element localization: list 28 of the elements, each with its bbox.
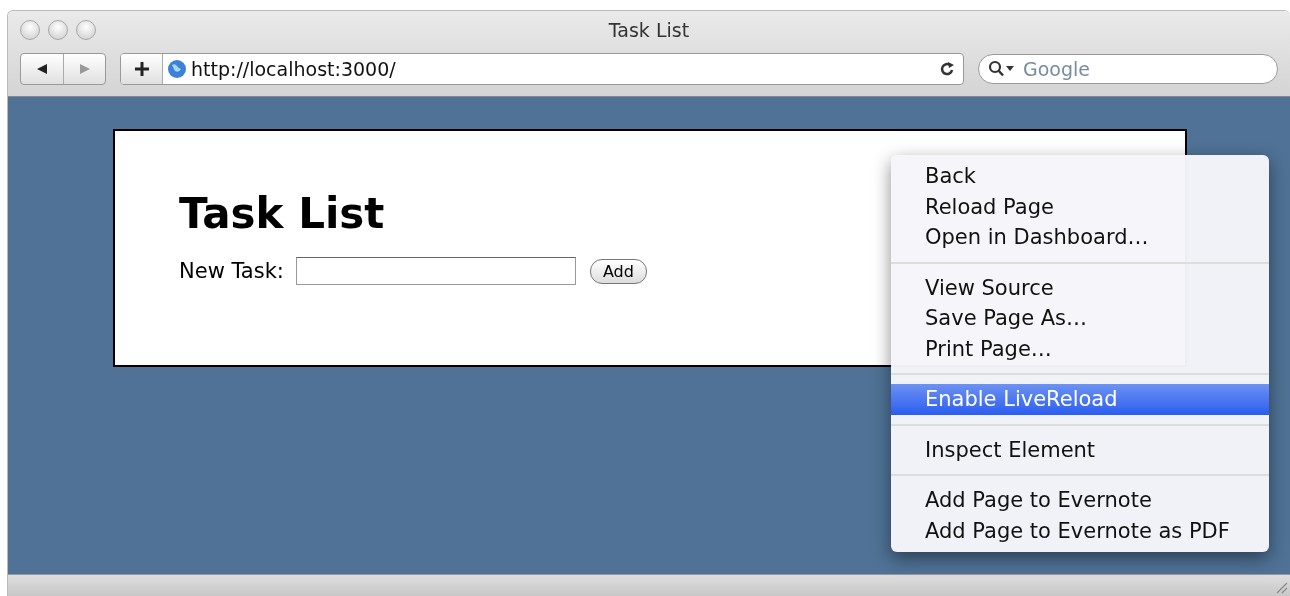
- reload-icon: [940, 61, 956, 77]
- window-title: Task List: [608, 19, 690, 41]
- menu-item[interactable]: Open in Dashboard…: [891, 222, 1269, 253]
- menu-item[interactable]: Print Page…: [891, 333, 1269, 364]
- menu-item[interactable]: Inspect Element: [891, 434, 1269, 465]
- field-label: New Task:: [179, 259, 284, 283]
- menu-item[interactable]: Add Page to Evernote: [891, 485, 1269, 516]
- search-field[interactable]: Google: [978, 54, 1278, 84]
- plus-icon: [133, 61, 150, 77]
- window-control[interactable]: [48, 20, 68, 40]
- task-input-field[interactable]: [295, 257, 576, 285]
- add-button[interactable]: Add: [589, 258, 647, 284]
- menu-item[interactable]: Add Page to Evernote as PDF: [891, 515, 1269, 546]
- add-bookmark-button[interactable]: [121, 54, 163, 84]
- resize-grip-icon[interactable]: [1274, 580, 1288, 594]
- menu-item[interactable]: Enable LiveReload: [891, 384, 1269, 415]
- menu-item[interactable]: View Source: [891, 272, 1269, 303]
- globe-icon: [167, 59, 187, 79]
- window-control[interactable]: [76, 20, 96, 40]
- back-icon: [36, 63, 48, 75]
- window-control[interactable]: [20, 20, 40, 40]
- menu-item[interactable]: Back: [891, 161, 1269, 192]
- address-field[interactable]: http://localhost:3000/: [191, 58, 396, 80]
- search-icon: [988, 60, 1016, 78]
- menu-item[interactable]: Reload Page: [891, 191, 1269, 222]
- page-heading: Task List: [179, 193, 385, 235]
- menu-item[interactable]: Save Page As…: [891, 303, 1269, 334]
- forward-icon: [78, 63, 91, 75]
